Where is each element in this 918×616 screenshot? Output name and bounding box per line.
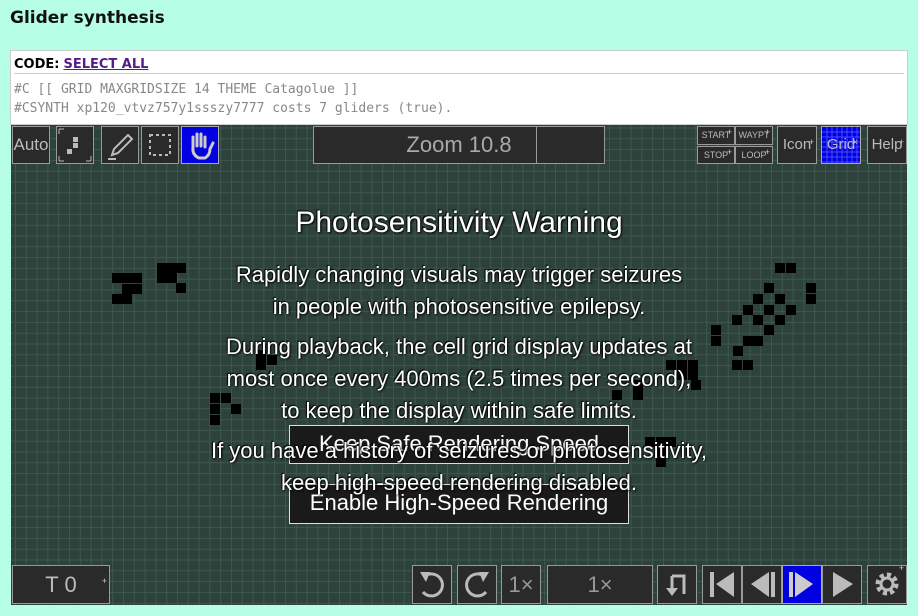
help-button[interactable]: Help + — [867, 126, 907, 164]
step-forward-button[interactable] — [782, 565, 822, 604]
waypoint-button[interactable]: WAYPT + — [735, 126, 773, 145]
jump-to-start-button[interactable] — [702, 565, 742, 604]
return-icon — [666, 574, 686, 596]
play-icon — [833, 572, 853, 597]
draw-mode-button[interactable] — [101, 126, 139, 164]
grid-toggle-button[interactable]: Grid × — [821, 126, 861, 164]
code-box: CODE: SELECT ALL #C [[ GRID MAXGRIDSIZE 1… — [10, 50, 908, 125]
zoom-control[interactable]: Zoom 10.8 — [313, 126, 605, 164]
code-divider — [14, 73, 904, 74]
auto-fit-label: Auto — [13, 135, 49, 154]
warning-line-6: If you have a history of seizures or pho… — [210, 438, 708, 463]
stop-label: STOP — [703, 150, 729, 160]
speed-label: 1× — [587, 572, 613, 597]
step-size-label: 1× — [508, 572, 534, 597]
undo-icon — [420, 572, 444, 598]
fit-selection-button[interactable] — [56, 126, 94, 164]
selection-icon — [149, 134, 171, 156]
undo-button[interactable] — [412, 565, 452, 604]
fit-icon — [58, 128, 92, 162]
redo-icon — [465, 572, 489, 598]
pencil-icon — [108, 133, 134, 160]
icon-button[interactable]: Icon + — [777, 126, 817, 164]
generation-label: T 0 — [45, 572, 77, 597]
warning-line-3: During playback, the cell grid display u… — [226, 334, 692, 359]
auto-fit-button[interactable]: Auto — [12, 126, 50, 164]
lifeviewer-canvas[interactable]: Auto Zoom 10.8 START+ WAYPT+ STOP+ LO — [11, 125, 907, 605]
redo-button[interactable] — [457, 565, 497, 604]
step-forward-icon — [789, 572, 813, 597]
loop-button[interactable]: LOOP + — [735, 146, 773, 164]
icon-label: Icon — [782, 136, 812, 153]
warning-line-7: keep high-speed rendering disabled. — [281, 470, 637, 495]
step-size-button[interactable]: 1× — [501, 565, 541, 604]
code-label: CODE: — [14, 57, 60, 72]
warning-line-4: most once every 400ms (2.5 times per sec… — [226, 366, 692, 391]
zoom-divider — [536, 127, 537, 163]
warning-line-5: to keep the display within safe limits. — [281, 398, 637, 423]
page-title: Glider synthesis — [10, 8, 165, 28]
warning-title: Photosensitivity Warning — [295, 206, 623, 239]
cell-grid[interactable] — [11, 125, 907, 605]
grid-label: Grid — [826, 136, 856, 153]
grid-lines — [11, 125, 907, 605]
step-back-icon — [751, 572, 775, 597]
pan-mode-button[interactable] — [181, 126, 219, 164]
play-button[interactable] — [822, 565, 862, 604]
skip-back-icon — [710, 572, 734, 597]
start-button[interactable]: START + — [697, 126, 735, 145]
stop-button[interactable]: STOP + — [697, 146, 735, 164]
warning-line-2: in people with photosensitive epilepsy. — [272, 294, 646, 319]
reset-button[interactable] — [657, 565, 697, 604]
code-header: CODE: SELECT ALL — [14, 57, 148, 72]
select-mode-button[interactable] — [141, 126, 179, 164]
code-line-1[interactable]: #C [[ GRID MAXGRIDSIZE 14 THEME Catagolu… — [14, 82, 358, 97]
hand-icon — [191, 132, 215, 160]
code-line-2[interactable]: #CSYNTH xp120_vtvz757y1ssszy7777 costs 7… — [14, 101, 452, 116]
generation-counter[interactable]: T 0 + — [12, 565, 110, 604]
settings-button[interactable]: + — [867, 563, 907, 604]
speed-slider[interactable]: 1× — [547, 565, 653, 604]
step-back-button[interactable] — [742, 565, 782, 604]
select-all-link[interactable]: SELECT ALL — [63, 57, 148, 72]
loop-label: LOOP — [741, 150, 767, 160]
warning-line-1: Rapidly changing visuals may trigger sei… — [235, 262, 683, 287]
zoom-label: Zoom 10.8 — [406, 132, 512, 157]
